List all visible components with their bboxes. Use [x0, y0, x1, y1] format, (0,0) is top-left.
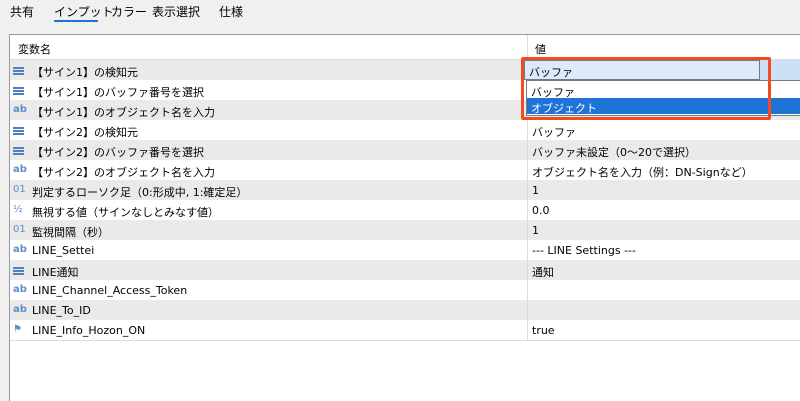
parameter-value[interactable]: バッファ [532, 124, 576, 140]
parameter-value[interactable]: 0.0 [532, 204, 550, 217]
column-divider [527, 240, 528, 260]
parameter-name: 【サイン1】のオブジェクト名を入力 [32, 106, 215, 119]
parameter-name: 【サイン2】のバッファ番号を選択 [32, 146, 204, 159]
enum-icon [13, 124, 27, 136]
table-row[interactable]: ab LINE_Settei --- LINE Settings --- [10, 240, 800, 261]
integer-icon: 01 [13, 184, 26, 195]
table-row[interactable]: LINE通知 通知 [10, 260, 800, 281]
string-icon: ab [13, 164, 27, 175]
enum-icon [13, 264, 27, 276]
column-divider [527, 140, 528, 160]
parameter-name: LINE_To_ID [32, 304, 91, 317]
column-divider [527, 120, 528, 140]
column-divider [527, 200, 528, 220]
parameter-name: 【サイン2】の検知元 [32, 126, 138, 139]
bool-icon: ⚑ [13, 324, 22, 335]
enum-icon [13, 64, 27, 76]
table-row[interactable]: ab LINE_To_ID [10, 300, 800, 321]
string-icon: ab [13, 284, 27, 295]
string-icon: ab [13, 104, 27, 115]
parameter-name: 【サイン2】のオブジェクト名を入力 [32, 166, 215, 179]
enum-icon [13, 144, 27, 156]
column-divider [527, 260, 528, 280]
table-row[interactable]: ½ 無視する値（サインなしとみなす値） 0.0 [10, 200, 800, 221]
enum-icon [13, 84, 27, 96]
parameter-name: LINE_Info_Hozon_ON [32, 324, 146, 337]
column-header-value[interactable]: 値 [535, 41, 546, 57]
active-tab-indicator [54, 20, 98, 22]
parameter-name: 無視する値（サインなしとみなす値） [32, 206, 219, 219]
tab-input[interactable]: インプット [54, 4, 114, 20]
column-divider [527, 220, 528, 240]
table-row[interactable]: 01 監視間隔（秒） 1 [10, 220, 800, 241]
tab-share[interactable]: 共有 [10, 4, 34, 20]
column-divider [527, 300, 528, 320]
column-divider [527, 160, 528, 180]
tab-bar: 共有 インプット カラー 表示選択 仕様 [0, 0, 800, 26]
table-row[interactable]: 【サイン2】の検知元 バッファ [10, 120, 800, 141]
tab-color[interactable]: カラー [111, 4, 147, 20]
parameter-value[interactable]: 1 [532, 184, 539, 197]
string-icon: ab [13, 244, 27, 255]
table-row[interactable]: ⚑ LINE_Info_Hozon_ON true [10, 320, 800, 341]
parameter-name: LINE_Settei [32, 244, 95, 257]
tab-spec[interactable]: 仕様 [219, 4, 243, 20]
parameter-value[interactable]: バッファ未設定（0〜20で選択） [532, 144, 696, 160]
double-icon: ½ [13, 204, 23, 215]
parameter-value[interactable]: オブジェクト名を入力（例：DN-Signなど） [532, 164, 753, 180]
string-icon: ab [13, 304, 27, 315]
tab-display-select[interactable]: 表示選択 [152, 4, 200, 20]
column-divider[interactable] [527, 35, 528, 59]
parameter-name: 監視間隔（秒） [32, 226, 109, 239]
parameter-name: LINE_Channel_Access_Token [32, 284, 188, 297]
integer-icon: 01 [13, 224, 26, 235]
parameter-value[interactable]: true [532, 324, 555, 337]
table-row[interactable]: 01 判定するローソク足（0:形成中, 1:確定足） 1 [10, 180, 800, 201]
table-row[interactable]: ab 【サイン2】のオブジェクト名を入力 オブジェクト名を入力（例：DN-Signな… [10, 160, 800, 181]
highlight-annotation-box [521, 57, 771, 120]
parameter-name: 判定するローソク足（0:形成中, 1:確定足） [32, 186, 248, 199]
parameter-name: 【サイン1】の検知元 [32, 66, 138, 79]
column-divider [527, 280, 528, 300]
parameter-value[interactable]: 通知 [532, 264, 554, 280]
parameter-value[interactable]: --- LINE Settings --- [532, 244, 636, 257]
column-header-name[interactable]: 変数名 [18, 41, 51, 57]
parameter-name: 【サイン1】のバッファ番号を選択 [32, 86, 204, 99]
table-row[interactable]: ab LINE_Channel_Access_Token [10, 280, 800, 301]
table-row[interactable]: 【サイン2】のバッファ番号を選択 バッファ未設定（0〜20で選択） [10, 140, 800, 161]
parameter-value[interactable]: 1 [532, 224, 539, 237]
parameter-name: LINE通知 [32, 266, 79, 279]
column-divider [527, 180, 528, 200]
column-divider [527, 320, 528, 340]
